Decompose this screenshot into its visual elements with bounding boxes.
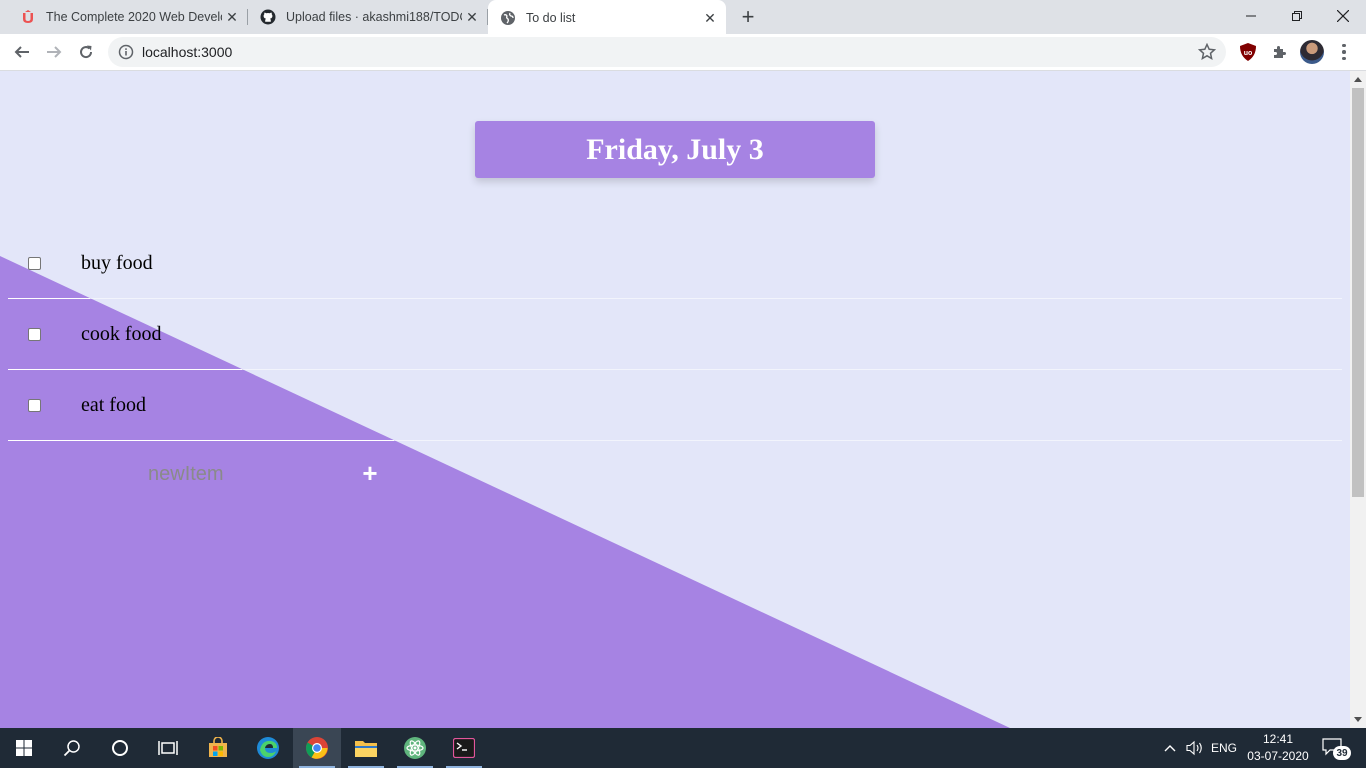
start-button[interactable]	[0, 728, 48, 768]
item-label: eat food	[81, 394, 146, 416]
udemy-icon	[20, 9, 36, 25]
extensions-puzzle-icon[interactable]	[1270, 42, 1290, 62]
item-checkbox[interactable]	[28, 328, 41, 341]
scroll-down-arrow-icon[interactable]	[1354, 717, 1362, 722]
task-view-icon	[158, 741, 178, 755]
close-window-button[interactable]	[1320, 0, 1366, 32]
notification-count-badge: 39	[1333, 746, 1351, 760]
reload-button[interactable]	[72, 38, 100, 66]
info-icon	[118, 44, 134, 60]
clock-date: 03-07-2020	[1247, 749, 1309, 763]
todo-item: cook food	[8, 299, 1342, 370]
action-center-button[interactable]: 39	[1322, 736, 1352, 760]
svg-text:uo: uo	[1244, 50, 1253, 57]
todo-item: buy food	[8, 228, 1342, 299]
todo-item: eat food	[8, 370, 1342, 441]
browser-toolbar: localhost:3000 uo	[0, 34, 1366, 71]
atom-icon	[404, 737, 426, 759]
back-button[interactable]	[8, 38, 36, 66]
minimize-button[interactable]	[1228, 0, 1274, 32]
scroll-thumb[interactable]	[1352, 88, 1364, 497]
forward-arrow-icon	[47, 46, 62, 58]
taskbar-edge[interactable]	[244, 728, 292, 768]
windows-logo-icon	[16, 740, 32, 756]
language-indicator[interactable]: ENG	[1208, 728, 1240, 768]
task-view-button[interactable]	[144, 728, 192, 768]
edge-icon	[257, 737, 279, 759]
chrome-icon	[306, 737, 328, 759]
search-icon	[63, 740, 80, 757]
tab-github[interactable]: Upload files · akashmi188/TODO ✕	[248, 0, 488, 34]
cortana-button[interactable]	[96, 728, 144, 768]
item-checkbox[interactable]	[28, 257, 41, 270]
url-text: localhost:3000	[142, 44, 233, 60]
new-item-input[interactable]: newItem	[148, 463, 224, 486]
back-arrow-icon	[14, 46, 29, 58]
item-label: cook food	[81, 323, 162, 345]
search-button[interactable]	[48, 728, 96, 768]
add-item-button[interactable]: +	[358, 458, 382, 488]
globe-icon	[500, 10, 516, 26]
chevron-up-icon	[1164, 745, 1176, 752]
page-scrollbar[interactable]	[1350, 71, 1366, 728]
folder-icon	[355, 741, 377, 757]
tab-strip: The Complete 2020 Web Develop ✕ Upload f…	[0, 0, 1366, 36]
scroll-up-arrow-icon[interactable]	[1354, 77, 1362, 82]
store-bag-icon	[209, 737, 227, 757]
cortana-circle-icon	[112, 740, 128, 756]
terminal-icon	[453, 738, 475, 758]
speaker-icon	[1186, 740, 1202, 756]
close-icon[interactable]: ✕	[462, 7, 482, 27]
windows-taskbar: ENG 12:41 03-07-2020 39	[0, 728, 1366, 768]
taskbar-clock[interactable]: 12:41 03-07-2020	[1244, 731, 1312, 765]
reload-icon	[80, 45, 93, 59]
item-label: buy food	[81, 252, 153, 274]
new-tab-button[interactable]: +	[736, 5, 760, 29]
page-viewport: Friday, July 3 buy food cook food eat fo…	[0, 71, 1350, 728]
chrome-menu-button[interactable]	[1334, 40, 1354, 64]
date-heading: Friday, July 3	[586, 132, 764, 166]
tab-todo[interactable]: To do list ✕	[488, 0, 726, 36]
volume-button[interactable]	[1184, 728, 1206, 768]
restore-button[interactable]	[1274, 0, 1320, 32]
item-checkbox[interactable]	[28, 399, 41, 412]
taskbar-file-explorer[interactable]	[342, 728, 390, 768]
ublock-extension-icon[interactable]: uo	[1238, 42, 1258, 62]
taskbar-terminal[interactable]	[440, 728, 488, 768]
taskbar-chrome[interactable]	[293, 728, 341, 768]
address-bar[interactable]: localhost:3000	[108, 37, 1226, 67]
tab-title: To do list	[526, 11, 576, 25]
close-icon[interactable]: ✕	[700, 8, 720, 28]
date-heading-box: Friday, July 3	[475, 121, 875, 178]
bookmark-star-icon[interactable]	[1198, 43, 1216, 61]
tab-udemy[interactable]: The Complete 2020 Web Develop ✕	[8, 0, 248, 34]
item-divider-highlight	[8, 440, 394, 441]
clock-time: 12:41	[1262, 732, 1294, 746]
profile-avatar[interactable]	[1300, 40, 1324, 64]
close-icon[interactable]: ✕	[222, 7, 242, 27]
github-icon	[260, 9, 276, 25]
tab-title: Upload files · akashmi188/TODO	[286, 10, 462, 24]
tray-overflow-button[interactable]	[1160, 728, 1180, 768]
forward-button[interactable]	[40, 38, 68, 66]
tab-title: The Complete 2020 Web Develop	[46, 10, 222, 24]
taskbar-atom[interactable]	[391, 728, 439, 768]
taskbar-store[interactable]	[194, 728, 242, 768]
